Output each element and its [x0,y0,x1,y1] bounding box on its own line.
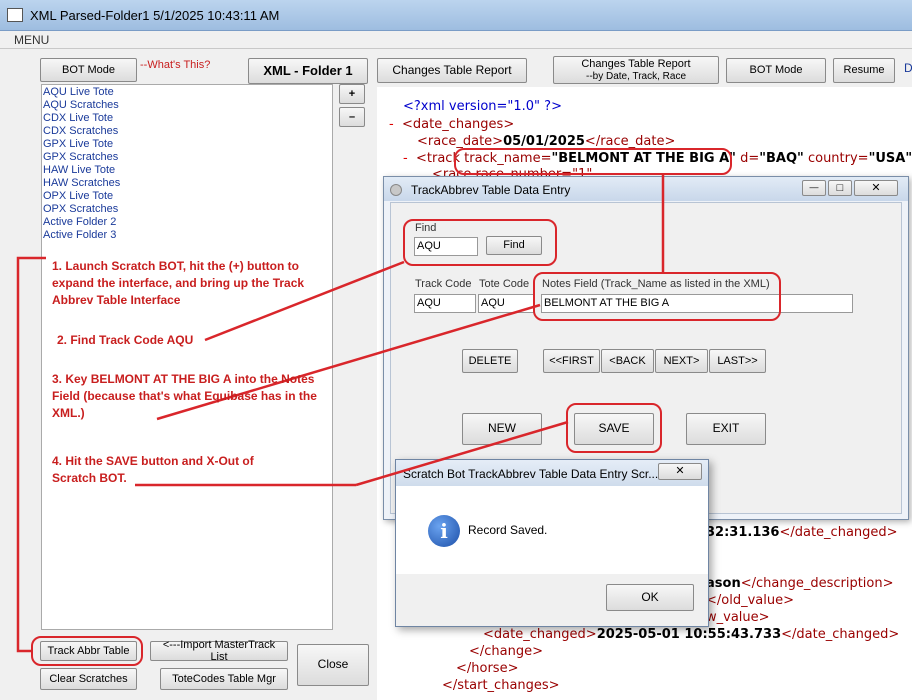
instruction-step-4: 4. Hit the SAVE button and X-Out of Scra… [52,454,254,485]
instruction-step-3: 3. Key BELMONT AT THE BIG A into the Not… [52,372,317,420]
annotation-line-5 [355,420,569,487]
annotation-line-6 [16,256,46,653]
instruction-step-1: 1. Launch Scratch BOT, hit the (+) butto… [52,259,305,307]
annotation-arrows [16,175,665,653]
instruction-step-2: 2. Find Track Code AQU [57,333,194,347]
